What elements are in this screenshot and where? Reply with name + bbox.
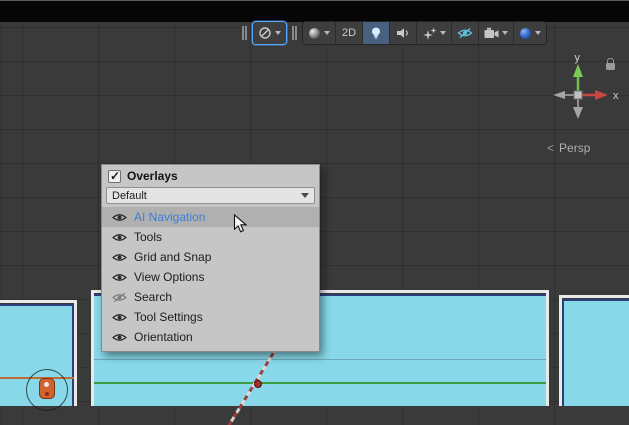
eye-icon xyxy=(112,272,127,283)
path-waypoint-dot xyxy=(254,380,262,388)
projection-toggle[interactable]: < Persp xyxy=(547,141,590,155)
x-axis-cone[interactable] xyxy=(595,90,608,100)
wall xyxy=(559,295,629,298)
overlays-dropdown-icon xyxy=(258,26,272,40)
lighting-toggle-button[interactable] xyxy=(363,22,390,44)
eye-icon xyxy=(112,332,127,343)
overlay-item-tool-settings[interactable]: Tool Settings xyxy=(102,307,319,327)
camera-overlay-button[interactable] xyxy=(479,22,514,44)
wall xyxy=(546,290,549,406)
overlay-item-label: View Options xyxy=(134,270,204,284)
overlay-item-label: Grid and Snap xyxy=(134,250,211,264)
negative-y-cone[interactable] xyxy=(573,107,583,119)
overlay-item-search[interactable]: Search xyxy=(102,287,319,307)
overlay-item-tools[interactable]: Tools xyxy=(102,227,319,247)
2d-toggle-button[interactable]: 2D xyxy=(336,22,363,44)
overlay-preset-value: Default xyxy=(112,190,147,202)
chevron-down-icon xyxy=(440,31,446,35)
gizmo-center-cube[interactable] xyxy=(574,91,582,99)
negative-x-cone[interactable] xyxy=(553,91,565,99)
speaker-icon xyxy=(396,27,410,39)
gizmo-sphere-icon xyxy=(519,27,532,40)
y-axis-label: y xyxy=(575,52,581,64)
2d-label: 2D xyxy=(342,27,356,39)
wall xyxy=(74,300,77,406)
overlays-enabled-checkbox[interactable] xyxy=(108,170,121,183)
floor-seam-line xyxy=(94,359,546,360)
eye-hidden-icon xyxy=(112,292,127,303)
gizmos-dropdown-button[interactable] xyxy=(514,22,546,44)
overlay-item-label: Search xyxy=(134,290,172,304)
chevron-down-icon xyxy=(301,193,309,198)
chevron-down-icon xyxy=(535,31,541,35)
overlay-item-grid-and-snap[interactable]: Grid and Snap xyxy=(102,247,319,267)
shaded-sphere-icon xyxy=(308,27,321,40)
overlays-button-group xyxy=(252,21,287,45)
overlay-item-label: Tools xyxy=(134,230,162,244)
mouse-cursor xyxy=(233,214,247,234)
eye-icon xyxy=(112,312,127,323)
view-options-button-group: 2D xyxy=(302,21,547,45)
lightbulb-icon xyxy=(369,26,383,40)
x-axis-label: x xyxy=(613,90,619,102)
navmesh-link-line xyxy=(94,382,546,384)
wall xyxy=(559,295,562,406)
overlays-menu-header: Overlays xyxy=(102,165,319,186)
unity-scene-view: 2D xyxy=(0,0,629,425)
eye-icon xyxy=(112,232,127,243)
y-axis-cone[interactable] xyxy=(573,64,583,77)
chevron-down-icon xyxy=(324,31,330,35)
overlay-item-label: Orientation xyxy=(134,330,193,344)
camera-icon xyxy=(484,27,499,39)
overlays-menu-title: Overlays xyxy=(127,169,178,183)
toolbar-drag-handle[interactable] xyxy=(242,26,247,40)
overlay-item-label: Tool Settings xyxy=(134,310,203,324)
navmesh-surface-right xyxy=(562,299,629,406)
effects-stars-icon xyxy=(422,27,437,40)
scene-void xyxy=(0,1,629,22)
chevron-down-icon xyxy=(502,31,508,35)
orientation-gizmo[interactable]: y x xyxy=(538,49,628,134)
eye-hidden-icon xyxy=(457,27,473,39)
effects-dropdown-button[interactable] xyxy=(417,22,452,44)
scene-toolbar: 2D xyxy=(242,21,547,45)
overlay-item-ai-navigation[interactable]: AI Navigation xyxy=(102,207,319,227)
wall xyxy=(0,300,77,303)
eye-icon xyxy=(112,252,127,263)
shading-mode-button[interactable] xyxy=(303,22,336,44)
overlays-menu: Overlays Default AI Navigation Tools Gri… xyxy=(101,164,320,352)
overlay-item-view-options[interactable]: View Options xyxy=(102,267,319,287)
overlay-item-label: AI Navigation xyxy=(134,210,205,224)
overlays-toolbar-button[interactable] xyxy=(253,22,286,44)
chevron-left-icon: < xyxy=(547,141,554,155)
toolbar-drag-handle[interactable] xyxy=(292,26,297,40)
overlay-item-orientation[interactable]: Orientation xyxy=(102,327,319,347)
overlay-preset-dropdown[interactable]: Default xyxy=(106,187,315,204)
eye-icon xyxy=(112,212,127,223)
wall xyxy=(91,290,94,406)
audio-toggle-button[interactable] xyxy=(390,22,417,44)
lock-icon[interactable] xyxy=(606,63,615,70)
chevron-down-icon xyxy=(275,31,281,35)
nav-agent[interactable] xyxy=(39,378,55,399)
projection-label: Persp xyxy=(559,141,590,155)
scene-visibility-button[interactable] xyxy=(452,22,479,44)
